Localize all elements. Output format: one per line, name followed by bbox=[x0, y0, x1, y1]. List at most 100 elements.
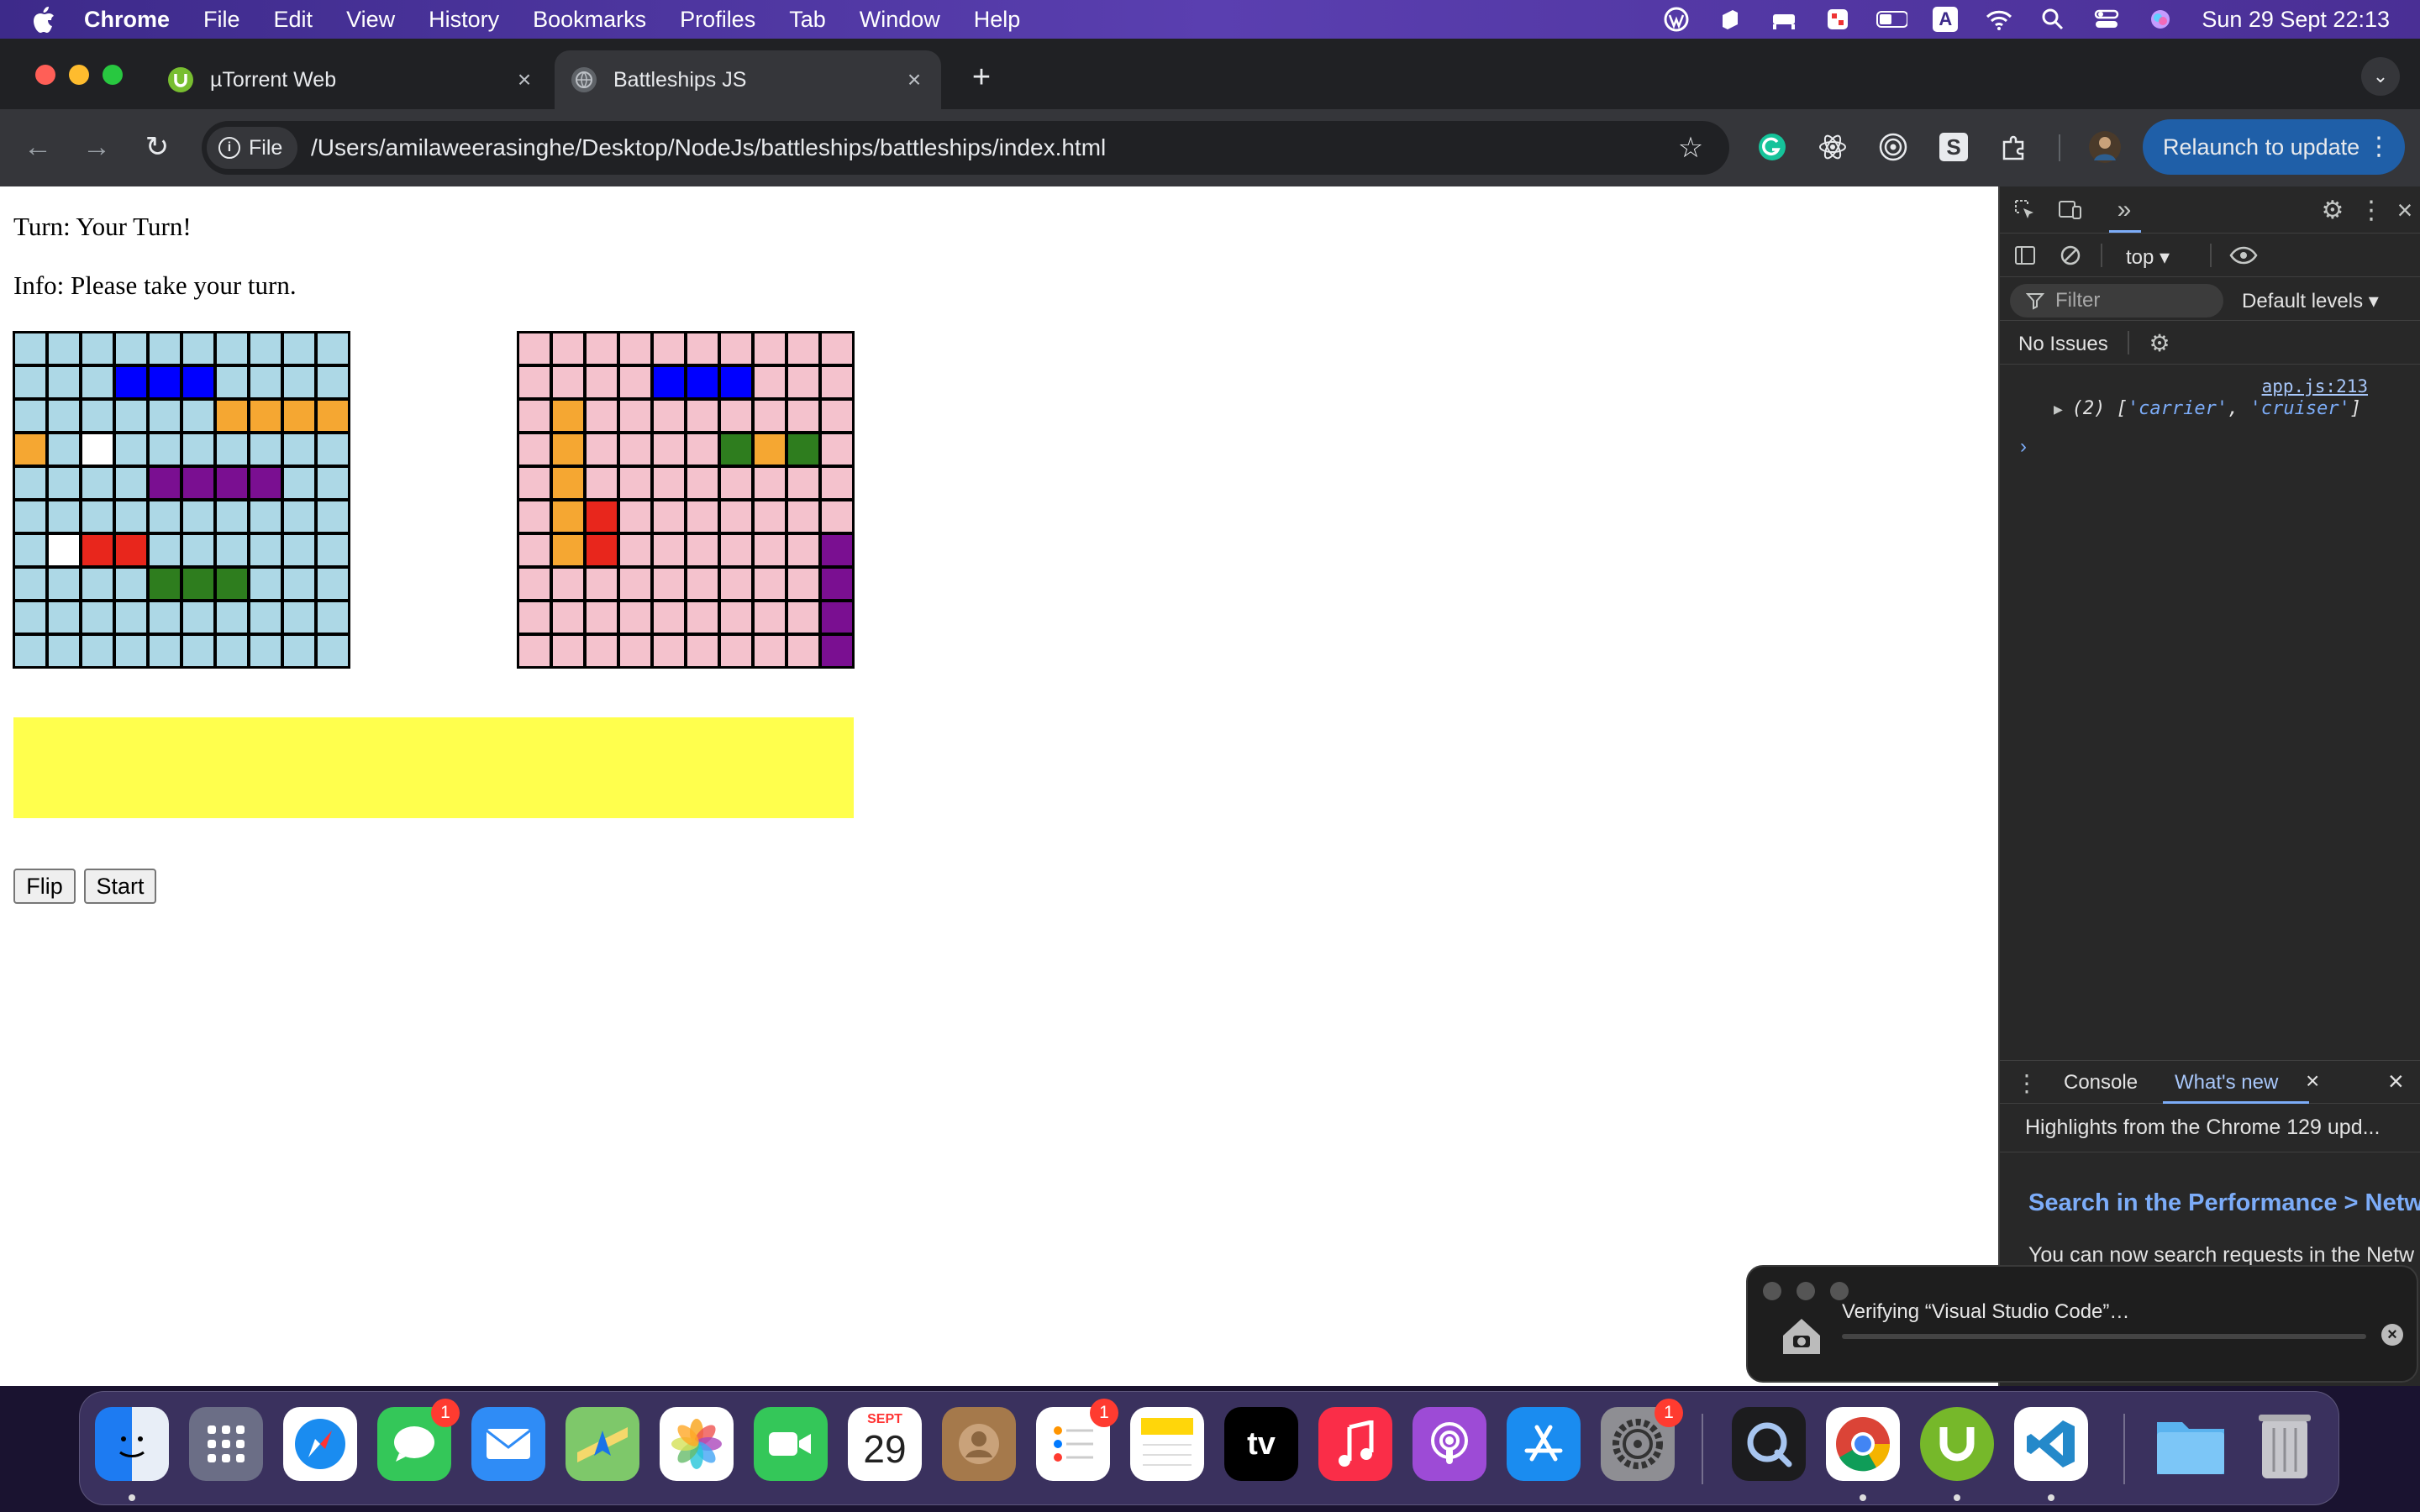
zoom-window-button[interactable] bbox=[103, 65, 123, 85]
water-cell[interactable] bbox=[719, 399, 753, 433]
water-cell[interactable] bbox=[215, 634, 249, 668]
cruiser-cell[interactable] bbox=[786, 433, 820, 466]
target-extension-icon[interactable] bbox=[1876, 129, 1911, 165]
water-cell[interactable] bbox=[686, 332, 719, 365]
water-cell[interactable] bbox=[81, 365, 114, 399]
water-cell[interactable] bbox=[81, 332, 114, 365]
water-cell[interactable] bbox=[551, 634, 585, 668]
expand-triangle-icon[interactable]: ▶ bbox=[2054, 401, 2072, 418]
battleship-cell[interactable] bbox=[820, 567, 854, 601]
water-cell[interactable] bbox=[585, 601, 618, 634]
bed-status-icon[interactable] bbox=[1768, 7, 1800, 32]
finder-icon[interactable] bbox=[95, 1407, 169, 1481]
messages-icon[interactable]: 1 bbox=[377, 1399, 460, 1481]
water-cell[interactable] bbox=[215, 365, 249, 399]
water-cell[interactable] bbox=[820, 500, 854, 533]
water-cell[interactable] bbox=[182, 332, 215, 365]
water-cell[interactable] bbox=[47, 500, 81, 533]
water-cell[interactable] bbox=[114, 634, 148, 668]
close-tab-icon[interactable]: × bbox=[2306, 1068, 2319, 1095]
water-cell[interactable] bbox=[585, 567, 618, 601]
water-cell[interactable] bbox=[551, 601, 585, 634]
water-cell[interactable] bbox=[518, 433, 551, 466]
react-devtools-extension-icon[interactable] bbox=[1815, 129, 1850, 165]
hit-cell[interactable] bbox=[585, 533, 618, 567]
destroyer-cell[interactable] bbox=[551, 533, 585, 567]
water-cell[interactable] bbox=[618, 433, 652, 466]
water-cell[interactable] bbox=[652, 634, 686, 668]
water-cell[interactable] bbox=[316, 601, 350, 634]
battleship-cell[interactable] bbox=[820, 601, 854, 634]
water-cell[interactable] bbox=[786, 601, 820, 634]
water-cell[interactable] bbox=[753, 365, 786, 399]
menu-history[interactable]: History bbox=[429, 7, 499, 33]
inspect-element-icon[interactable] bbox=[2010, 195, 2040, 225]
notification-zoom-button[interactable] bbox=[1830, 1282, 1849, 1300]
water-cell[interactable] bbox=[249, 365, 282, 399]
site-info-chip[interactable]: i File bbox=[207, 127, 298, 169]
water-cell[interactable] bbox=[316, 433, 350, 466]
submarine-cell[interactable] bbox=[686, 365, 719, 399]
water-cell[interactable] bbox=[148, 399, 182, 433]
drawer-tab-console[interactable]: Console bbox=[2064, 1071, 2138, 1095]
water-cell[interactable] bbox=[551, 567, 585, 601]
water-cell[interactable] bbox=[249, 433, 282, 466]
water-cell[interactable] bbox=[47, 601, 81, 634]
water-cell[interactable] bbox=[81, 500, 114, 533]
water-cell[interactable] bbox=[652, 567, 686, 601]
clear-console-icon[interactable] bbox=[2055, 240, 2086, 270]
hit-cell[interactable] bbox=[81, 533, 114, 567]
water-cell[interactable] bbox=[148, 433, 182, 466]
water-cell[interactable] bbox=[182, 634, 215, 668]
water-cell[interactable] bbox=[215, 533, 249, 567]
battleship-cell[interactable] bbox=[215, 466, 249, 500]
apple-tv-icon[interactable]: tv bbox=[1224, 1407, 1298, 1481]
water-cell[interactable] bbox=[518, 365, 551, 399]
water-cell[interactable] bbox=[753, 332, 786, 365]
destroyer-cell[interactable] bbox=[282, 399, 316, 433]
water-cell[interactable] bbox=[282, 533, 316, 567]
sidebar-toggle-icon[interactable] bbox=[2010, 240, 2040, 270]
start-button[interactable]: Start bbox=[84, 869, 156, 904]
water-cell[interactable] bbox=[518, 332, 551, 365]
devtools-menu-icon[interactable]: ⋮ bbox=[2356, 195, 2386, 225]
downloads-folder-icon[interactable] bbox=[2154, 1407, 2228, 1481]
water-cell[interactable] bbox=[47, 399, 81, 433]
water-cell[interactable] bbox=[249, 500, 282, 533]
water-cell[interactable] bbox=[786, 466, 820, 500]
water-cell[interactable] bbox=[282, 365, 316, 399]
battleship-cell[interactable] bbox=[820, 533, 854, 567]
safari-icon[interactable] bbox=[283, 1407, 357, 1481]
live-expression-eye-icon[interactable] bbox=[2228, 240, 2259, 270]
search-icon[interactable] bbox=[2037, 7, 2069, 32]
water-cell[interactable] bbox=[753, 634, 786, 668]
water-cell[interactable] bbox=[215, 332, 249, 365]
water-cell[interactable] bbox=[518, 399, 551, 433]
water-cell[interactable] bbox=[13, 533, 47, 567]
water-cell[interactable] bbox=[719, 634, 753, 668]
hit-cell[interactable] bbox=[585, 500, 618, 533]
notes-icon[interactable] bbox=[1130, 1407, 1204, 1481]
water-cell[interactable] bbox=[81, 399, 114, 433]
destroyer-cell[interactable] bbox=[13, 433, 47, 466]
water-cell[interactable] bbox=[282, 332, 316, 365]
water-cell[interactable] bbox=[618, 365, 652, 399]
tab-close-icon[interactable]: × bbox=[513, 68, 536, 92]
menu-file[interactable]: File bbox=[203, 7, 240, 33]
water-cell[interactable] bbox=[13, 634, 47, 668]
water-cell[interactable] bbox=[585, 365, 618, 399]
visual-studio-code-icon[interactable] bbox=[2014, 1407, 2088, 1481]
water-cell[interactable] bbox=[753, 500, 786, 533]
submarine-cell[interactable] bbox=[652, 365, 686, 399]
console-settings-gear-icon[interactable]: ⚙ bbox=[2144, 328, 2175, 358]
water-cell[interactable] bbox=[719, 567, 753, 601]
water-cell[interactable] bbox=[820, 365, 854, 399]
battleship-cell[interactable] bbox=[148, 466, 182, 500]
music-icon[interactable] bbox=[1318, 1407, 1392, 1481]
water-cell[interactable] bbox=[719, 332, 753, 365]
minimize-window-button[interactable] bbox=[69, 65, 89, 85]
water-cell[interactable] bbox=[786, 567, 820, 601]
water-cell[interactable] bbox=[316, 567, 350, 601]
water-cell[interactable] bbox=[820, 466, 854, 500]
water-cell[interactable] bbox=[753, 567, 786, 601]
